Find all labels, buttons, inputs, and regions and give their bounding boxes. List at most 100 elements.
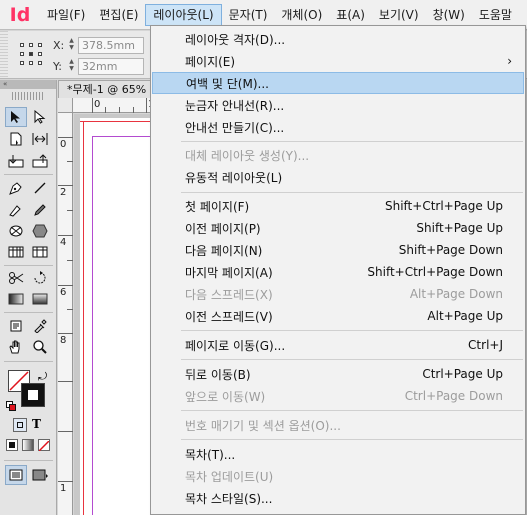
menu-view[interactable]: 보기(V) xyxy=(372,4,426,26)
swap-fill-stroke-icon[interactable]: ⤾ xyxy=(38,370,47,384)
x-position-field[interactable]: 378.5mm xyxy=(78,37,144,54)
menu-type[interactable]: 문자(T) xyxy=(222,4,275,26)
menu-item-numbering-section-options[interactable]: 번호 매기기 및 섹션 옵션(O)... xyxy=(152,414,524,436)
submenu-arrow-icon: › xyxy=(507,54,512,68)
y-label: Y: xyxy=(53,60,62,73)
ruler-origin[interactable] xyxy=(58,98,73,113)
menu-layout[interactable]: 레이아웃(L) xyxy=(145,3,222,26)
menu-item-create-guides[interactable]: 안내선 만들기(C)... xyxy=(152,116,524,138)
content-placer-icon[interactable] xyxy=(29,151,51,171)
vertical-grid-tool-icon[interactable] xyxy=(29,242,51,262)
menu-item-shortcut: Alt+Page Up xyxy=(427,309,503,323)
menu-help[interactable]: 도움말 xyxy=(472,4,519,26)
menu-item-label: 이전 페이지(P) xyxy=(185,221,261,236)
apply-none-icon[interactable] xyxy=(38,439,50,452)
document-tab[interactable]: *무제-1 @ 65% xyxy=(58,80,158,98)
margin-guide xyxy=(92,136,93,515)
ruler-tick xyxy=(67,161,73,162)
control-panel-grip[interactable] xyxy=(0,31,8,79)
menu-item-next-page[interactable]: 다음 페이지(N) Shift+Page Down xyxy=(152,239,524,261)
menu-item-next-spread[interactable]: 다음 스프레드(X) Alt+Page Down xyxy=(152,283,524,305)
menu-item-label: 이전 스프레드(V) xyxy=(185,309,273,324)
menu-item-go-forward[interactable]: 앞으로 이동(W) Ctrl+Page Down xyxy=(152,385,524,407)
type-tool-icon[interactable] xyxy=(5,200,27,220)
menu-item-last-page[interactable]: 마지막 페이지(A) Shift+Ctrl+Page Down xyxy=(152,261,524,283)
zoom-tool-icon[interactable] xyxy=(29,337,51,357)
menu-window[interactable]: 창(W) xyxy=(426,4,472,26)
preview-mode-icon[interactable] xyxy=(29,465,51,485)
formatting-text-icon[interactable]: T xyxy=(32,417,41,431)
menu-item-previous-spread[interactable]: 이전 스프레드(V) Alt+Page Up xyxy=(152,305,524,327)
menu-item-label: 안내선 만들기(C)... xyxy=(185,120,285,135)
menu-item-label: 페이지(E) xyxy=(185,54,236,69)
selection-tool-icon[interactable] xyxy=(5,107,27,127)
menu-item-go-back[interactable]: 뒤로 이동(B) Ctrl+Page Up xyxy=(152,363,524,385)
menu-item-shortcut: Shift+Page Up xyxy=(416,221,503,235)
gap-tool-icon[interactable] xyxy=(29,129,51,149)
menu-item-label: 다음 페이지(N) xyxy=(185,243,263,258)
horizontal-ruler[interactable]: 0 1 xyxy=(58,98,158,113)
line-tool-icon[interactable] xyxy=(29,178,51,198)
menu-item-table-of-contents[interactable]: 목차(T)... xyxy=(152,443,524,465)
menu-separator xyxy=(181,141,523,142)
menu-item-layout-grid[interactable]: 레이아웃 격자(D)... xyxy=(152,28,524,50)
free-transform-tool-icon[interactable] xyxy=(29,268,51,288)
rectangle-frame-tool-icon[interactable] xyxy=(5,221,27,241)
polygon-tool-icon[interactable] xyxy=(29,221,51,241)
apply-color-icon[interactable] xyxy=(6,439,18,451)
note-tool-icon[interactable] xyxy=(5,316,27,336)
scissors-tool-icon[interactable] xyxy=(5,268,27,288)
page-edge-guide xyxy=(83,121,84,515)
page-tool-icon[interactable] xyxy=(5,129,27,149)
default-fill-stroke-icon[interactable] xyxy=(6,401,16,411)
y-position-field[interactable]: 32mm xyxy=(78,58,144,75)
formatting-container-icon[interactable] xyxy=(13,418,27,432)
menu-item-create-alternate-layout[interactable]: 대체 레이아웃 생성(Y)... xyxy=(152,144,524,166)
menu-item-go-to-page[interactable]: 페이지로 이동(G)... Ctrl+J xyxy=(152,334,524,356)
menu-edit[interactable]: 편집(E) xyxy=(92,4,145,26)
gradient-feather-tool-icon[interactable] xyxy=(29,289,51,309)
menu-item-ruler-guides[interactable]: 눈금자 안내선(R)... xyxy=(152,94,524,116)
layout-menu-dropdown: 레이아웃 격자(D)... 페이지(E) › 여백 및 단(M)... 눈금자 안… xyxy=(150,25,526,515)
hand-tool-icon[interactable] xyxy=(5,337,27,357)
ruler-tick xyxy=(58,185,73,186)
pen-tool-icon[interactable] xyxy=(5,178,27,198)
ruler-label: 4 xyxy=(60,237,67,248)
menu-item-shortcut: Ctrl+Page Up xyxy=(422,367,503,381)
ruler-tick xyxy=(58,235,73,236)
normal-view-mode-icon[interactable] xyxy=(5,465,27,485)
tools-panel: « ⤾ T xyxy=(0,80,57,515)
y-stepper-icon[interactable]: ▲ ▼ xyxy=(67,58,76,74)
eyedropper-tool-icon[interactable] xyxy=(29,316,51,336)
menu-item-label: 유동적 레이아웃(L) xyxy=(185,170,283,185)
menu-item-liquid-layout[interactable]: 유동적 레이아웃(L) xyxy=(152,166,524,188)
app-logo-text: Id xyxy=(9,3,31,26)
pencil-tool-icon[interactable] xyxy=(29,200,51,220)
apply-gradient-icon[interactable] xyxy=(22,439,34,451)
menu-file[interactable]: 파일(F) xyxy=(40,4,92,26)
menu-table[interactable]: 표(A) xyxy=(329,4,372,26)
menu-item-first-page[interactable]: 첫 페이지(F) Shift+Ctrl+Page Up xyxy=(152,195,524,217)
menu-item-margins-columns[interactable]: 여백 및 단(M)... xyxy=(152,72,524,94)
horizontal-grid-tool-icon[interactable] xyxy=(5,242,27,262)
stroke-swatch[interactable] xyxy=(21,383,45,407)
menu-item-label: 목차(T)... xyxy=(185,447,236,462)
menu-item-label: 목차 업데이트(U) xyxy=(185,469,274,484)
vertical-ruler[interactable]: 0 2 4 6 8 1 xyxy=(58,113,73,515)
tools-collapse-button[interactable]: « xyxy=(0,80,56,89)
tools-grip[interactable] xyxy=(12,92,44,100)
content-collector-icon[interactable] xyxy=(5,151,27,171)
document-page[interactable] xyxy=(80,118,158,515)
menu-object[interactable]: 개체(O) xyxy=(274,4,329,26)
x-stepper-icon[interactable]: ▲ ▼ xyxy=(67,37,76,53)
menu-item-pages[interactable]: 페이지(E) › xyxy=(152,50,524,72)
menu-item-table-of-contents-styles[interactable]: 목차 스타일(S)... xyxy=(152,487,524,509)
tools-divider xyxy=(4,265,53,266)
menu-item-previous-page[interactable]: 이전 페이지(P) Shift+Page Up xyxy=(152,217,524,239)
menu-item-update-table-of-contents[interactable]: 목차 업데이트(U) xyxy=(152,465,524,487)
ruler-tick xyxy=(58,481,73,482)
reference-point-icon[interactable] xyxy=(20,43,42,65)
gradient-swatch-tool-icon[interactable] xyxy=(5,289,27,309)
menu-item-shortcut: Shift+Page Down xyxy=(398,243,503,257)
direct-selection-tool-icon[interactable] xyxy=(29,107,51,127)
